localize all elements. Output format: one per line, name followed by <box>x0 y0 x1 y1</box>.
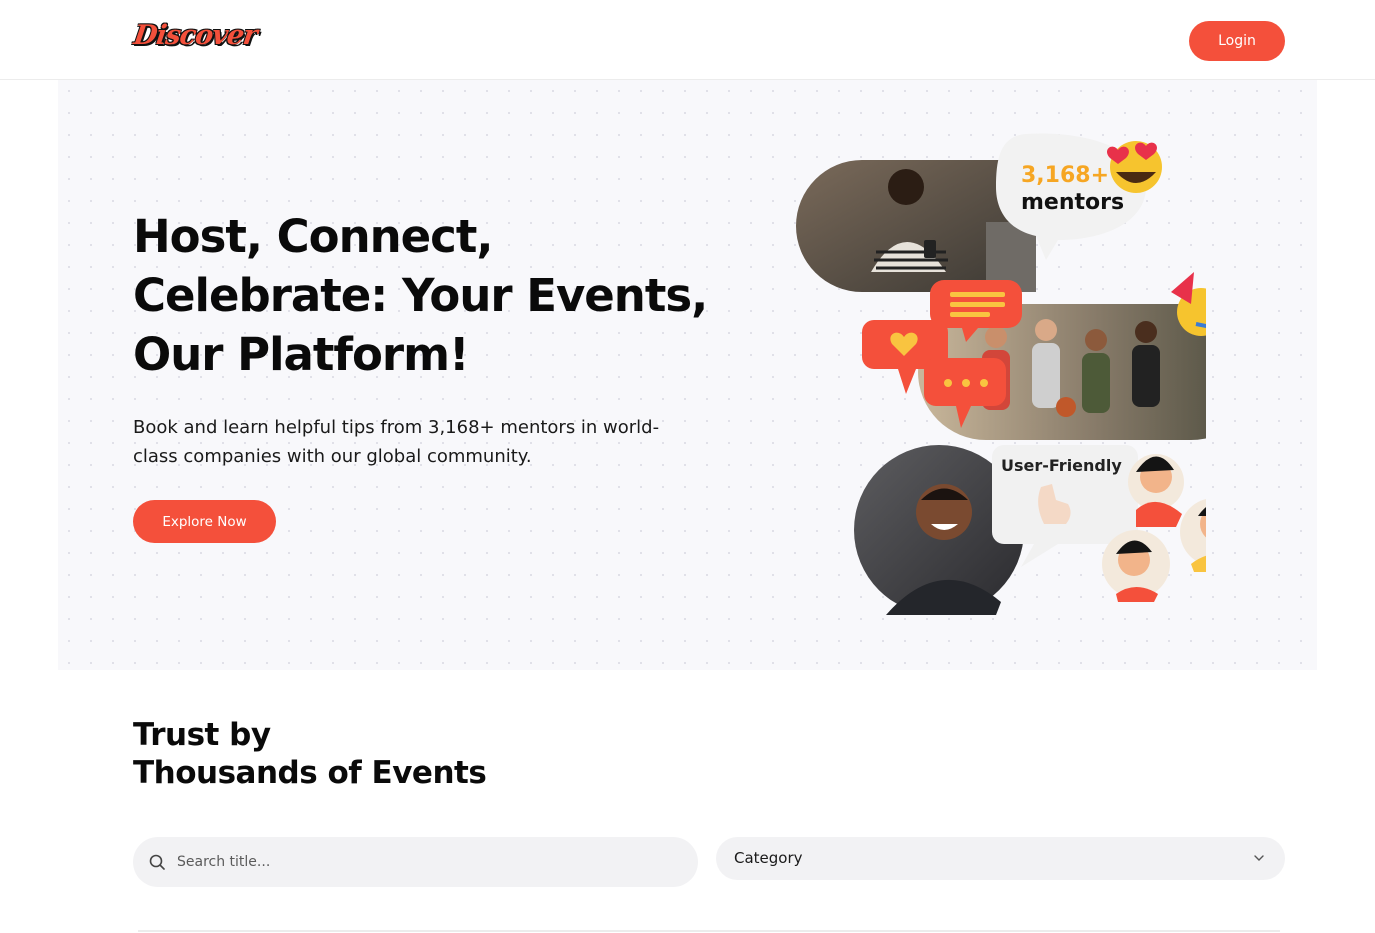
hero-subtitle: Book and learn helpful tips from 3,168+ … <box>133 417 660 467</box>
mentor-label-text: mentors <box>1021 190 1124 215</box>
hero-title: Host, Connect, Celebrate: Your Events, O… <box>133 210 708 381</box>
category-select[interactable]: Category <box>716 837 1285 880</box>
hero-collage: 3,168+ mentors User-Friendly <box>796 133 1206 615</box>
hero-section: Host, Connect, Celebrate: Your Events, O… <box>58 80 1317 670</box>
discover-logo[interactable]: Discover <box>132 20 259 62</box>
logo-text: Discover <box>131 20 259 51</box>
trust-section-title: Trust by Thousands of Events <box>133 716 633 792</box>
trust-title-line1: Trust by <box>133 717 271 753</box>
search-icon <box>149 854 165 870</box>
login-button[interactable]: Login <box>1189 21 1285 61</box>
site-header: Discover Login <box>0 0 1375 80</box>
section-divider <box>138 930 1280 932</box>
search-title-input[interactable] <box>177 837 677 887</box>
search-field[interactable] <box>133 837 698 887</box>
user-friendly-text: User-Friendly <box>1001 456 1122 475</box>
mentor-count-text: 3,168+ <box>1021 163 1109 188</box>
category-select-label: Category <box>734 849 803 867</box>
trust-title-line2: Thousands of Events <box>133 755 487 791</box>
chevron-down-icon <box>1254 855 1264 861</box>
explore-now-button[interactable]: Explore Now <box>133 500 276 543</box>
